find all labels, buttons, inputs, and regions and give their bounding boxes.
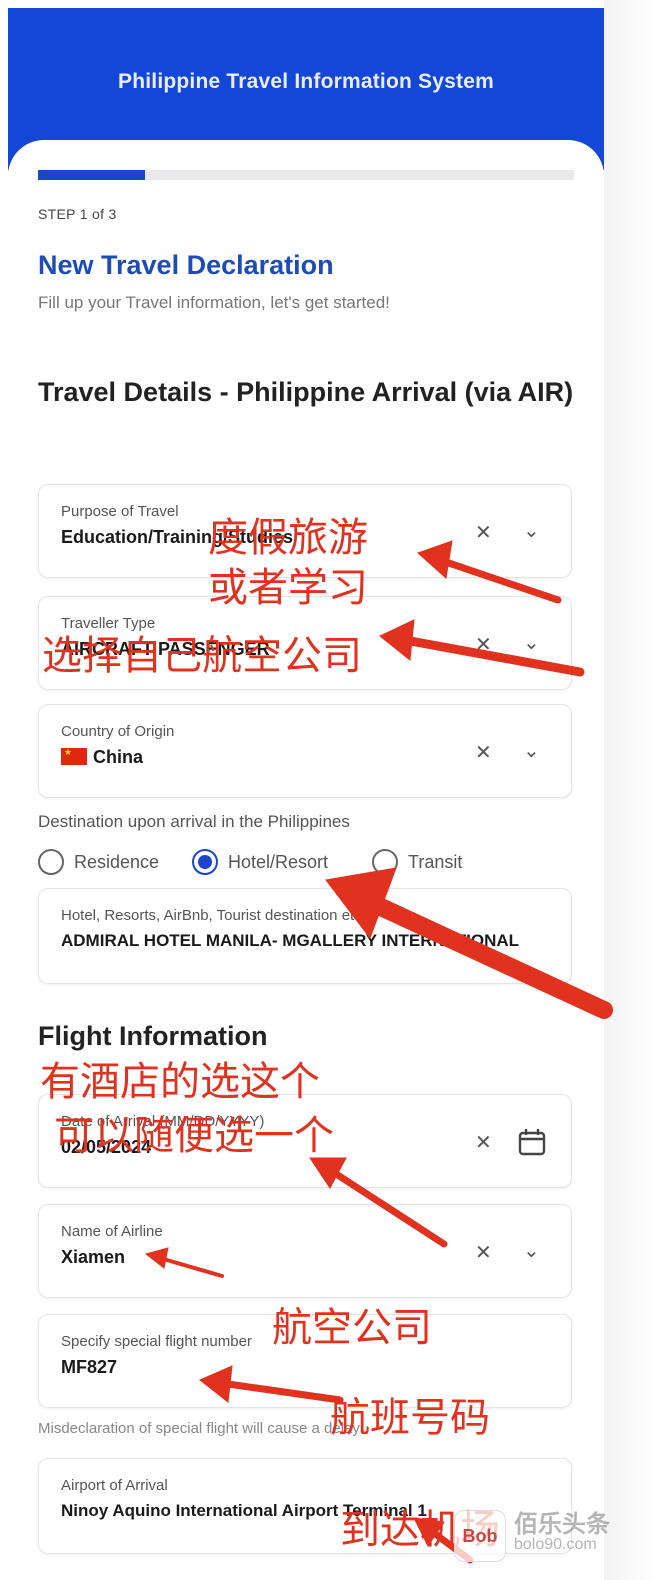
- annotation-purpose-1: 度假旅游: [208, 515, 368, 561]
- annotation-flight: 航班号码: [330, 1395, 490, 1441]
- annotation-traveller-type: 选择自己航空公司: [42, 633, 362, 679]
- arrow-line: [436, 556, 562, 604]
- arrow-line: [158, 1256, 224, 1278]
- arrow-line: [224, 1380, 344, 1404]
- arrow-head: [417, 540, 453, 579]
- arrow-line: [400, 635, 585, 677]
- arrow-line: [361, 893, 613, 1019]
- annotation-hotel-1: 有酒店的选这个: [40, 1059, 320, 1105]
- watermark-logo: Bob: [454, 1510, 506, 1562]
- arrow-line: [326, 1166, 448, 1248]
- watermark: Bob 佰乐头条 bolo90.com: [454, 1500, 644, 1568]
- annotation-purpose-2: 或者学习: [208, 565, 368, 611]
- watermark-url: bolo90.com: [514, 1536, 597, 1553]
- arrow-head: [199, 1365, 233, 1403]
- arrow-head: [379, 619, 415, 661]
- annotation-airline: 航空公司: [272, 1305, 432, 1351]
- annotation-hotel-2: 可以随便选一个: [54, 1113, 334, 1159]
- watermark-text: 佰乐头条: [514, 1511, 610, 1538]
- arrow-head: [144, 1247, 169, 1269]
